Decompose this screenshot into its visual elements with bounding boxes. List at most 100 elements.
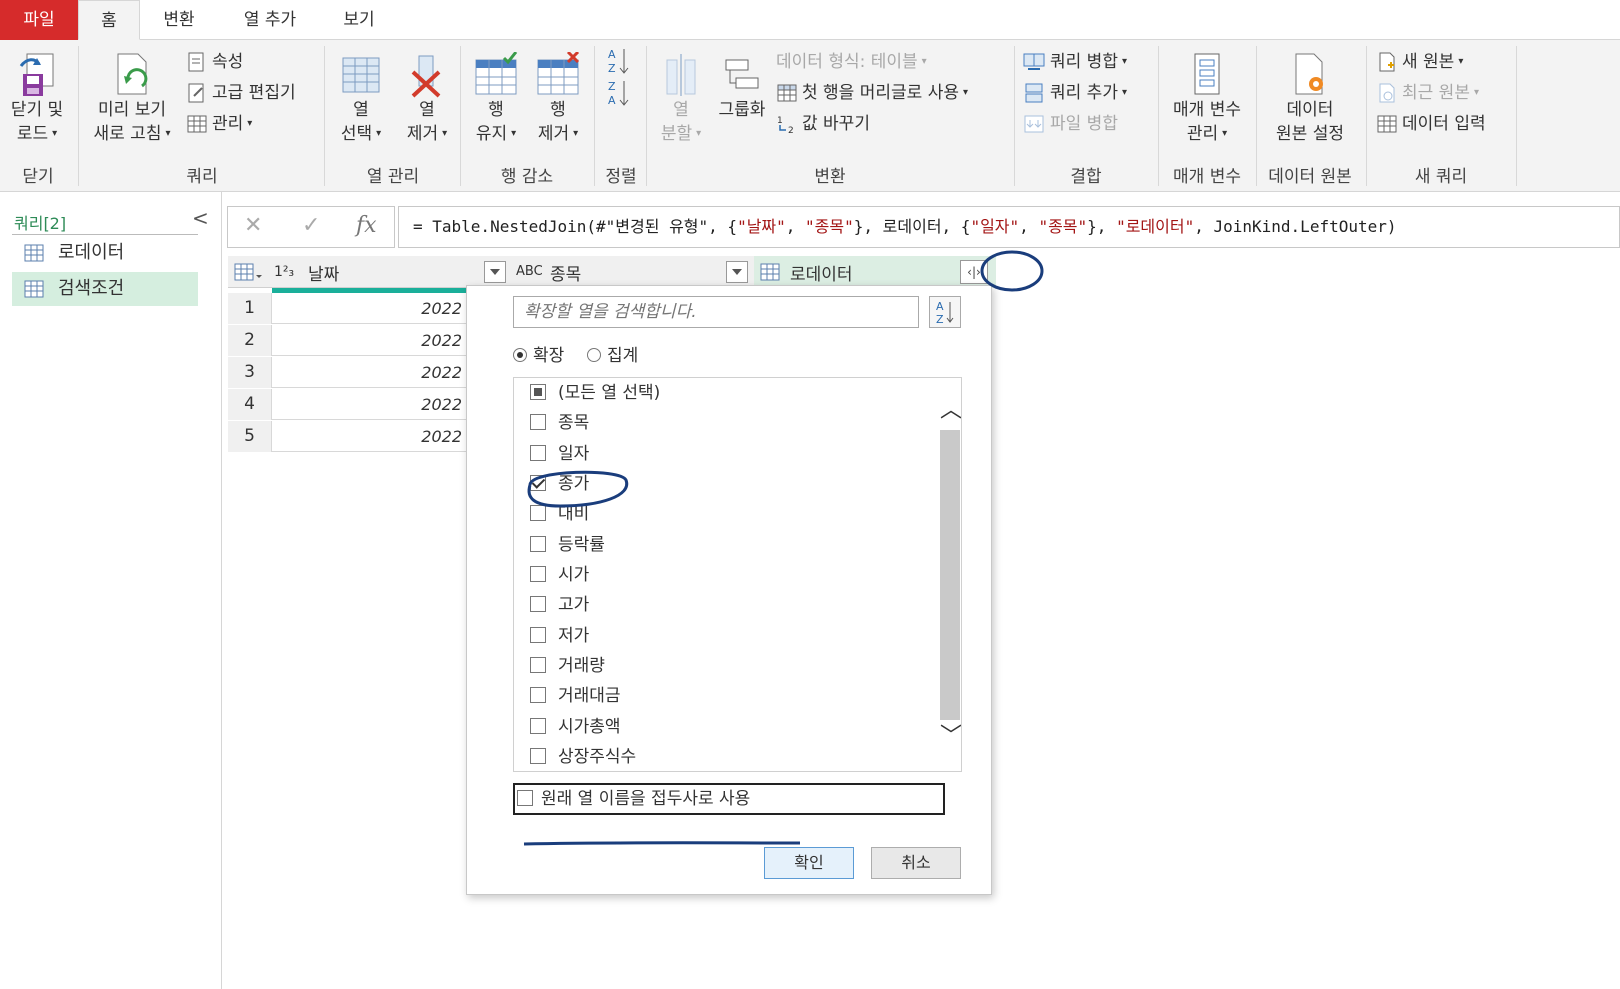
query-item-rawdata[interactable]: 로데이터: [12, 236, 198, 270]
enter-data-button[interactable]: 데이터 입력: [1376, 110, 1486, 138]
formula-input[interactable]: = Table.NestedJoin(#"변경된 유형", {"날짜", "종목…: [398, 206, 1620, 248]
svg-text:1: 1: [777, 116, 783, 126]
column-checkbox[interactable]: 대비: [530, 499, 589, 529]
split-column-button[interactable]: 열 분할 ▾: [652, 52, 710, 146]
sort-descending-icon: ZA: [608, 80, 629, 107]
combine-files-label: 파일 병합: [1050, 114, 1118, 134]
formula-string: "날짜": [737, 217, 786, 236]
group-separator: [460, 46, 461, 186]
combine-files-button[interactable]: 파일 병합: [1022, 110, 1118, 138]
query-item-label: 검색조건: [58, 278, 125, 299]
number-type-icon[interactable]: 1²₃: [274, 264, 294, 280]
split-column-icon: [666, 54, 696, 96]
column-header-date[interactable]: 날짜: [308, 260, 339, 285]
group-label-transform: 변환: [814, 167, 846, 187]
column-header-rawdata[interactable]: 로데이터: [790, 260, 853, 285]
column-checkbox[interactable]: 거래량: [530, 651, 605, 681]
advanced-editor-button[interactable]: 고급 편집기: [186, 79, 296, 107]
date-cell[interactable]: 2022: [272, 421, 468, 452]
date-cell[interactable]: 2022: [272, 357, 468, 388]
scroll-down-icon[interactable]: ﹀: [940, 726, 961, 748]
select-all-checkbox[interactable]: (모든 열 선택): [530, 378, 660, 408]
tab-transform[interactable]: 변환: [146, 0, 212, 40]
new-source-button[interactable]: 새 원본 ▾: [1376, 48, 1463, 76]
data-type-dropdown[interactable]: 데이터 형식: 테이블 ▾: [776, 48, 927, 76]
choose-columns-button[interactable]: 열 선택 ▾: [330, 52, 392, 146]
column-checkbox[interactable]: 시가: [530, 560, 589, 590]
dropdown-caret-icon: ▾: [1458, 56, 1464, 67]
parameters-icon: [1194, 53, 1220, 95]
manage-parameters-button[interactable]: 매개 변수 관리 ▾: [1162, 52, 1252, 146]
group-label-reduce-rows: 행 감소: [500, 167, 554, 187]
date-cell[interactable]: 2022: [272, 389, 468, 420]
checkbox: [530, 718, 546, 734]
commit-formula-icon[interactable]: ✓: [302, 213, 320, 238]
ok-button[interactable]: 확인: [764, 847, 854, 879]
properties-button[interactable]: 속성: [186, 48, 243, 76]
tab-add-column[interactable]: 열 추가: [228, 0, 312, 40]
column-checkbox[interactable]: 종가: [530, 469, 589, 499]
column-checkbox[interactable]: 등락률: [530, 530, 605, 560]
date-cell[interactable]: 2022: [272, 293, 468, 324]
use-prefix-checkbox[interactable]: 원래 열 이름을 접두사로 사용: [513, 783, 945, 815]
expand-search-input[interactable]: [513, 296, 919, 328]
sort-ascending-button[interactable]: AZ: [606, 46, 636, 75]
expand-column-icon[interactable]: ‹|›: [960, 260, 988, 284]
column-checkbox[interactable]: 고가: [530, 590, 589, 620]
checkbox: [530, 414, 546, 430]
radio-aggregate[interactable]: 집계: [587, 341, 638, 366]
sort-descending-button[interactable]: ZA: [606, 78, 636, 107]
cancel-formula-icon[interactable]: ✕: [244, 213, 262, 238]
column-checkbox[interactable]: 일자: [530, 439, 589, 469]
sort-columns-button[interactable]: AZ: [929, 296, 961, 328]
radio-dot-selected: [513, 348, 527, 362]
remove-rows-button[interactable]: 행 제거 ▾: [528, 52, 588, 146]
text-type-icon[interactable]: ABC: [516, 264, 543, 279]
divider: [12, 234, 198, 235]
row-number: 4: [228, 389, 272, 420]
column-checkbox[interactable]: 거래대금: [530, 681, 621, 711]
remove-rows-icon: [537, 52, 580, 95]
date-cell[interactable]: 2022: [272, 325, 468, 356]
cancel-button[interactable]: 취소: [871, 847, 961, 879]
refresh-preview-button[interactable]: 미리 보기 새로 고침 ▾: [84, 52, 180, 146]
stock-filter-dropdown[interactable]: [726, 261, 748, 283]
group-separator: [646, 46, 647, 186]
scroll-up-icon[interactable]: ︿: [940, 400, 961, 422]
checkbox: [530, 566, 546, 582]
data-source-settings-label-1: 데이터: [1286, 100, 1334, 120]
date-filter-dropdown[interactable]: [484, 261, 506, 283]
query-item-search-conditions[interactable]: 검색조건: [12, 272, 198, 306]
remove-columns-button[interactable]: 열 제거 ▾: [396, 52, 458, 146]
table-type-icon[interactable]: [760, 263, 780, 281]
group-by-button[interactable]: 그룹화: [712, 52, 772, 122]
fx-icon[interactable]: fx: [356, 213, 377, 238]
merge-queries-button[interactable]: 쿼리 병합 ▾: [1022, 48, 1127, 76]
column-checkbox[interactable]: 상장주식수: [530, 742, 636, 771]
tab-file[interactable]: 파일: [0, 0, 78, 40]
table-icon: [187, 115, 207, 133]
append-queries-button[interactable]: 쿼리 추가 ▾: [1022, 79, 1127, 107]
recent-sources-button[interactable]: 최근 원본 ▾: [1376, 79, 1479, 107]
column-header-stock[interactable]: 종목: [550, 260, 581, 285]
table-row: 2 2022: [228, 325, 468, 356]
collapse-pane-icon[interactable]: <: [192, 206, 209, 230]
keep-rows-button[interactable]: 행 유지 ▾: [466, 52, 526, 146]
checkbox: [530, 505, 546, 521]
column-checkbox[interactable]: 종목: [530, 408, 589, 438]
scroll-thumb[interactable]: [940, 430, 960, 720]
replace-values-button[interactable]: 12 값 바꾸기: [776, 110, 870, 138]
table-row: 4 2022: [228, 389, 468, 420]
manage-button[interactable]: 관리 ▾: [186, 110, 252, 138]
tab-view[interactable]: 보기: [328, 0, 390, 40]
close-load-button[interactable]: 닫기 및 로드 ▾: [2, 52, 72, 146]
table-menu-icon[interactable]: [234, 263, 264, 281]
use-first-row-headers-button[interactable]: 첫 행을 머리글로 사용 ▾: [776, 79, 968, 107]
tab-home[interactable]: 홈: [78, 0, 140, 40]
column-checkbox[interactable]: 시가총액: [530, 712, 621, 742]
radio-expand[interactable]: 확장: [513, 341, 564, 366]
list-scrollbar[interactable]: ︿ ﹀: [938, 378, 961, 771]
column-checkbox[interactable]: 저가: [530, 621, 589, 651]
remove-columns-label-2: 제거: [406, 124, 439, 144]
data-source-settings-button[interactable]: 데이터 원본 설정: [1262, 52, 1358, 146]
